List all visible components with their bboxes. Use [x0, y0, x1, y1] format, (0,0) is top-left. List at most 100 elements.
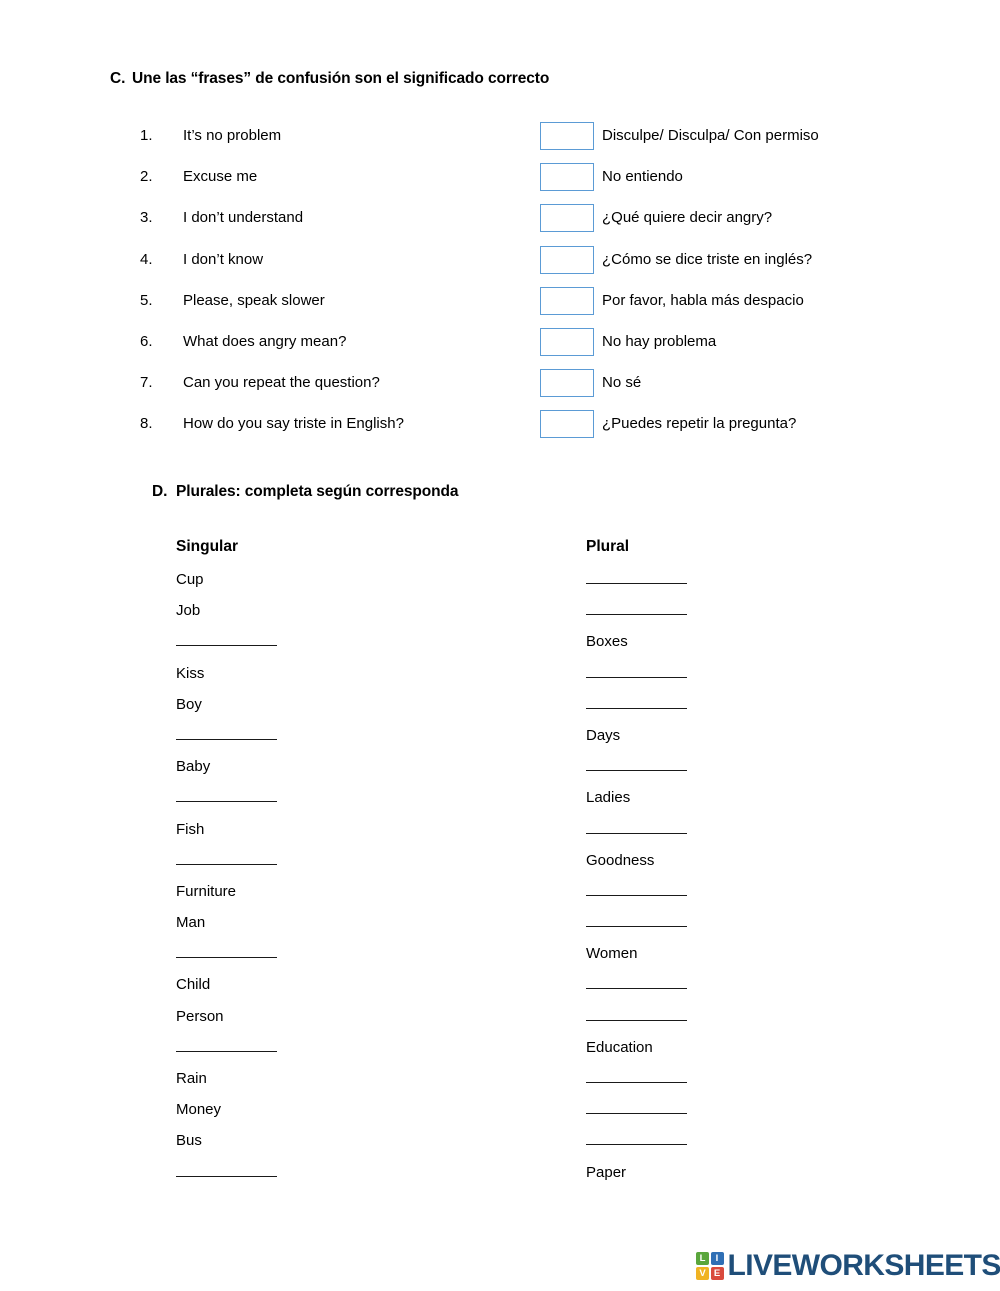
- plural-singular-word: Furniture: [176, 882, 237, 900]
- match-spanish-phrase: ¿Puedes repetir la pregunta?: [602, 415, 797, 433]
- answer-input-box[interactable]: [540, 286, 594, 315]
- plural-row: Paper: [0, 1162, 1000, 1193]
- plural-plural-blank[interactable]: [586, 988, 687, 990]
- plural-row: Education: [0, 1037, 1000, 1068]
- match-english-phrase: Please, speak slower: [183, 291, 325, 309]
- plural-plural-blank[interactable]: [586, 1019, 687, 1021]
- plural-plural-word: Days: [586, 726, 621, 744]
- plural-row: Bus: [0, 1130, 1000, 1161]
- plural-row: Boxes: [0, 631, 1000, 662]
- match-item-number: 8.: [140, 415, 153, 433]
- plural-singular-word: Fish: [176, 820, 205, 838]
- plural-singular-blank[interactable]: [176, 957, 277, 959]
- plural-singular-word: Baby: [176, 758, 211, 776]
- plural-plural-blank[interactable]: [586, 1082, 687, 1083]
- plurals-exercise: Cup Job Boxes Kiss Boy Days Baby Ladies Fish Good…: [0, 569, 1000, 1193]
- plural-plural-word: Women: [586, 945, 638, 963]
- match-row: 4. I don’t know ¿Cómo se dice triste en in…: [0, 245, 1000, 291]
- match-english-phrase: How do you say triste in English?: [183, 415, 404, 433]
- plural-singular-word: Boy: [176, 695, 202, 713]
- matching-exercise: 1. It’s no problem Disculpe/ Disculpa/ Con…: [0, 122, 1000, 456]
- match-row: 2. Excuse me No entiendo: [0, 163, 1000, 208]
- plural-row: Job: [0, 600, 1000, 631]
- liveworksheets-logo: LIVE LIVEWORKSHEETS: [696, 1248, 1000, 1284]
- answer-input-box[interactable]: [540, 163, 594, 192]
- match-english-phrase: Excuse me: [183, 168, 258, 186]
- plural-plural-word: Paper: [586, 1163, 627, 1181]
- answer-input-box[interactable]: [540, 327, 594, 356]
- liveworksheets-logo-tiles: LIVE: [696, 1252, 724, 1280]
- plural-row: Money: [0, 1099, 1000, 1130]
- plural-singular-word: Person: [176, 1007, 224, 1025]
- plural-plural-word: Boxes: [586, 633, 628, 651]
- match-item-number: 5.: [140, 291, 153, 309]
- plural-plural-blank[interactable]: [586, 614, 687, 616]
- answer-input-box[interactable]: [540, 245, 594, 274]
- column-header-plural: Plural: [586, 538, 630, 555]
- plural-row: Women: [0, 943, 1000, 974]
- answer-input-box[interactable]: [540, 122, 594, 150]
- match-english-phrase: I don’t know: [183, 250, 264, 268]
- plural-row: Fish: [0, 819, 1000, 850]
- section-d-letter: D.: [152, 483, 168, 500]
- section-c-letter: C.: [110, 70, 126, 87]
- plural-plural-word: Goodness: [586, 851, 655, 869]
- match-item-number: 3.: [140, 209, 153, 227]
- plural-singular-blank[interactable]: [176, 738, 277, 740]
- answer-input-box[interactable]: [540, 204, 594, 233]
- plural-plural-word: Education: [586, 1038, 653, 1056]
- match-row: 7. Can you repeat the question? No sé: [0, 369, 1000, 414]
- logo-tile-e: E: [710, 1266, 724, 1280]
- plural-row: Boy: [0, 694, 1000, 725]
- match-english-phrase: It’s no problem: [183, 127, 282, 144]
- plural-singular-blank[interactable]: [176, 801, 277, 803]
- plural-row: Cup: [0, 569, 1000, 600]
- match-item-number: 6.: [140, 332, 153, 350]
- plural-plural-blank[interactable]: [586, 676, 687, 678]
- match-item-number: 7.: [140, 374, 153, 392]
- section-c-title: Une las “frases” de confusión son el sig…: [132, 70, 550, 87]
- plural-singular-word: Kiss: [176, 664, 205, 682]
- plural-row: Furniture: [0, 881, 1000, 912]
- section-d-heading: D. Plurales: completa según corresponda: [152, 483, 458, 501]
- match-spanish-phrase: ¿Cómo se dice triste en inglés?: [602, 250, 813, 268]
- plural-singular-blank[interactable]: [176, 1050, 277, 1052]
- plural-plural-blank[interactable]: [586, 926, 687, 928]
- plural-singular-word: Rain: [176, 1070, 207, 1087]
- match-spanish-phrase: No hay problema: [602, 332, 717, 350]
- match-row: 8. How do you say triste in English? ¿Pued…: [0, 410, 1000, 455]
- answer-input-box[interactable]: [540, 410, 594, 439]
- plural-singular-word: Cup: [176, 571, 204, 588]
- answer-input-box[interactable]: [540, 369, 594, 398]
- plural-plural-blank[interactable]: [586, 1113, 687, 1115]
- plural-plural-blank[interactable]: [586, 832, 687, 834]
- match-spanish-phrase: No entiendo: [602, 168, 683, 186]
- plural-plural-blank[interactable]: [586, 707, 687, 709]
- plural-plural-word: Ladies: [586, 789, 631, 807]
- match-row: 1. It’s no problem Disculpe/ Disculpa/ Con…: [0, 122, 1000, 167]
- section-c-heading: C. Une las “frases” de confusión son el s…: [110, 70, 549, 88]
- plural-singular-word: Child: [176, 976, 211, 994]
- match-item-number: 4.: [140, 250, 153, 268]
- plural-table-headers: Singular Plural: [0, 538, 1000, 560]
- plural-singular-blank[interactable]: [176, 645, 277, 647]
- plural-row: Man: [0, 912, 1000, 943]
- match-english-phrase: I don’t understand: [183, 209, 304, 227]
- plural-singular-blank[interactable]: [176, 863, 277, 865]
- plural-plural-blank[interactable]: [586, 894, 687, 896]
- column-header-singular: Singular: [176, 538, 239, 555]
- match-spanish-phrase: Disculpe/ Disculpa/ Con permiso: [602, 127, 819, 144]
- match-spanish-phrase: ¿Qué quiere decir angry?: [602, 209, 773, 227]
- match-row: 6. What does angry mean? No hay problema: [0, 327, 1000, 373]
- plural-row: Child: [0, 974, 1000, 1005]
- liveworksheets-wordmark: LIVEWORKSHEETS: [727, 1249, 1000, 1282]
- plural-plural-blank[interactable]: [586, 583, 687, 584]
- plural-plural-blank[interactable]: [586, 1144, 687, 1146]
- plural-plural-blank[interactable]: [586, 770, 687, 772]
- plural-row: Baby: [0, 756, 1000, 787]
- plural-singular-blank[interactable]: [176, 1175, 277, 1177]
- plural-row: Kiss: [0, 663, 1000, 694]
- match-item-number: 2.: [140, 168, 153, 186]
- plural-row: Ladies: [0, 787, 1000, 818]
- plural-row: Goodness: [0, 850, 1000, 881]
